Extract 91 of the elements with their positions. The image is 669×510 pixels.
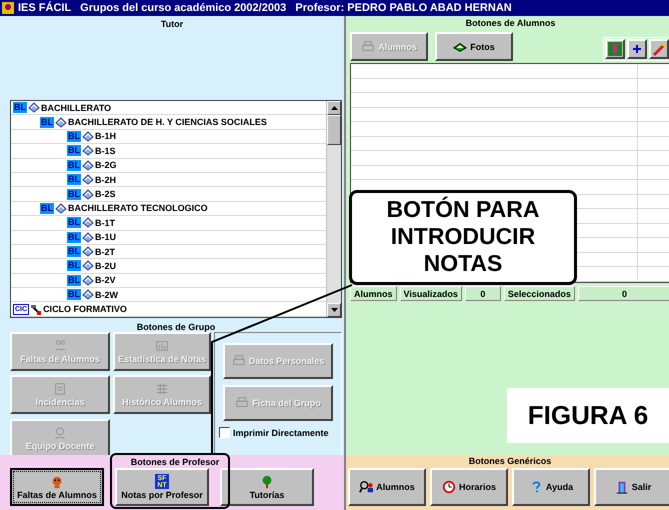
tree-item[interactable]: B-1U	[95, 232, 116, 242]
scroll-up-icon	[330, 106, 338, 110]
status-label: Alumnos	[350, 286, 397, 301]
printer-icon	[235, 396, 250, 410]
bl-badge: BL	[67, 145, 81, 156]
section-title: Botones de Alumnos	[466, 18, 556, 28]
plus-icon	[632, 44, 642, 54]
tree-item[interactable]: BACHILLERATO	[41, 102, 112, 113]
teacher-button[interactable]: Faltas de Alumnos	[10, 468, 104, 506]
teacher-button[interactable]: Tutorías	[220, 468, 314, 506]
picture-icon	[607, 41, 623, 57]
status-label: Seleccionados	[504, 286, 575, 301]
bl-badge: BL	[67, 274, 81, 286]
book-icon	[82, 130, 94, 142]
bl-badge: BL	[67, 174, 81, 186]
status-count: 0	[578, 286, 669, 301]
tree-item[interactable]: BACHILLERATO TECNOLOGICO	[68, 203, 208, 214]
bl-badge: BL	[67, 260, 81, 272]
book-icon	[82, 289, 94, 300]
printer-icon	[361, 40, 376, 54]
section-title: Tutor	[160, 19, 184, 31]
book-icon	[55, 116, 67, 128]
generic-button[interactable]: Alumnos	[348, 468, 426, 506]
status-count: 0	[464, 286, 501, 301]
bl-badge: BL	[67, 188, 81, 200]
student-button[interactable]: Fotos	[435, 32, 513, 61]
book-icon	[82, 274, 94, 286]
bar-chart-icon	[155, 339, 169, 353]
bl-badge: BL	[67, 289, 81, 300]
bl-badge: BL	[67, 160, 81, 171]
section-title: Botones de Profesor	[130, 457, 220, 467]
bl-badge: BL	[67, 246, 81, 258]
tree-item[interactable]: B-2V	[95, 275, 116, 286]
window-title: IES FÁCIL Grupos del curso académico 2002/2003 Profesor: PEDRO PABLO ABAD HERNAN	[18, 2, 512, 14]
bl-badge: BL	[67, 232, 81, 243]
people-icon	[53, 339, 67, 353]
book-icon	[82, 260, 94, 272]
book-icon	[82, 188, 94, 200]
section-title: Botones de Grupo	[136, 322, 216, 332]
section-title: Botones Genéricos	[468, 456, 552, 466]
app-icon	[2, 2, 14, 14]
edit-tool-button[interactable]	[649, 39, 669, 59]
pencil-icon	[651, 41, 667, 57]
tree-item[interactable]: B-2W	[95, 290, 118, 300]
book-icon	[82, 232, 94, 243]
tree-item[interactable]: B-2S	[95, 189, 116, 200]
add-button[interactable]	[627, 39, 647, 59]
note-icon	[53, 382, 67, 396]
tree-item[interactable]: B-2G	[95, 160, 117, 170]
scroll-up-button[interactable]	[327, 101, 341, 115]
bl-badge: BL	[67, 130, 81, 142]
book-icon	[55, 202, 67, 214]
hammer-icon	[30, 304, 42, 315]
grid-icon	[155, 382, 169, 396]
search-icon	[359, 480, 374, 494]
generic-button[interactable]: Ayuda	[512, 468, 590, 506]
tree-item[interactable]: B-1T	[95, 218, 115, 228]
bl-badge: BL	[13, 102, 27, 114]
printer-icon	[232, 354, 246, 368]
book-icon	[82, 217, 94, 228]
tree-item[interactable]: B-1H	[95, 131, 116, 142]
book-icon	[82, 174, 94, 186]
bl-badge: BL	[40, 116, 54, 128]
tree-item[interactable]: B-2U	[95, 260, 116, 271]
generic-button[interactable]: Horarios	[430, 468, 508, 506]
tree-item[interactable]: B-1S	[95, 146, 116, 156]
scrollbar[interactable]	[326, 101, 341, 317]
book-icon	[82, 145, 94, 156]
bl-badge: BL	[40, 202, 54, 214]
scroll-down-button[interactable]	[327, 303, 341, 317]
tree-item[interactable]: BACHILLERATO DE H. Y CIENCIAS SOCIALES	[68, 117, 267, 128]
book-icon	[82, 246, 94, 258]
tree-item[interactable]: CICLO FORMATIVO	[43, 304, 127, 314]
figure-label: FIGURA 6	[507, 388, 669, 443]
checkbox[interactable]	[219, 427, 230, 438]
person-icon	[53, 426, 67, 440]
scroll-down-icon	[330, 308, 338, 312]
book-icon	[82, 160, 94, 171]
annotation-callout: BOTÓN PARA INTRODUCIR NOTAS	[349, 190, 577, 285]
tree-icon	[260, 474, 274, 488]
face-icon	[50, 474, 64, 488]
tree-item[interactable]: B-2T	[95, 246, 115, 257]
clock-icon	[442, 480, 456, 494]
scrollbar-thumb[interactable]	[327, 115, 341, 145]
tree-item[interactable]: B-2H	[95, 174, 116, 185]
status-label: Visualizados	[400, 286, 462, 301]
generic-button[interactable]: Salir	[594, 468, 669, 506]
image-tool-button[interactable]	[605, 39, 625, 59]
bl-badge: BL	[67, 217, 81, 228]
checkbox-label: Imprimir Directamente	[233, 428, 329, 438]
door-icon	[614, 480, 629, 494]
